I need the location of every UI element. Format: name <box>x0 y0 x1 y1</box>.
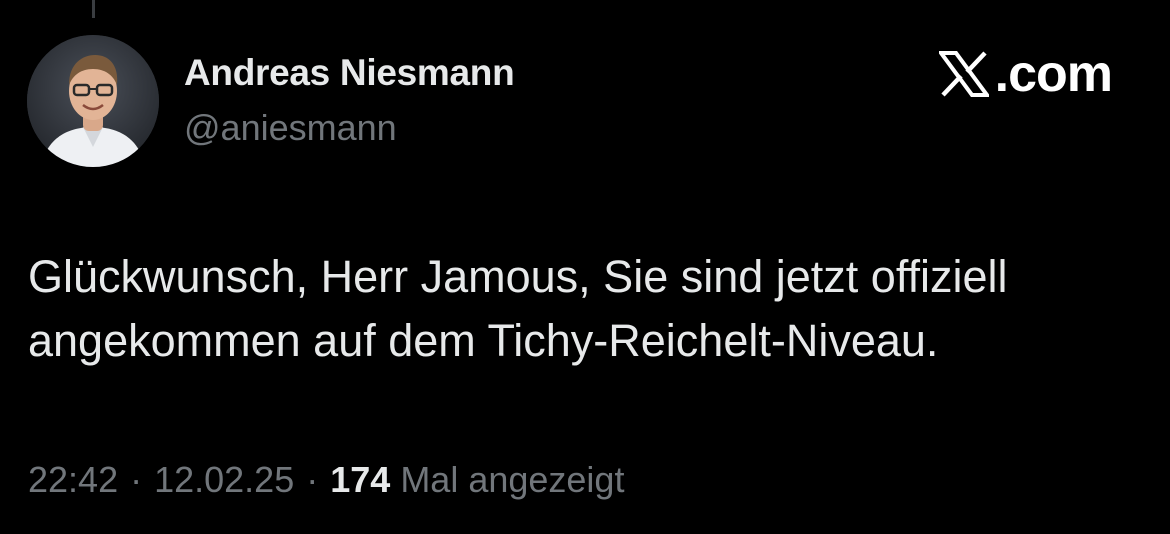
tweet-text-line: Glückwunsch, Herr Jamous, Sie sind jetzt… <box>28 251 1008 302</box>
profile-photo-icon <box>27 35 159 167</box>
x-logo-icon <box>938 51 989 97</box>
tweet-meta: 22:42 · 12.02.25 · 174 Mal angezeigt <box>28 459 624 501</box>
watermark-domain-text: .com <box>994 45 1113 103</box>
tweet-time[interactable]: 22:42 <box>28 459 118 501</box>
x-com-watermark: .com <box>938 44 1113 104</box>
tweet-text: Glückwunsch, Herr Jamous, Sie sind jetzt… <box>28 245 1148 373</box>
thread-connector-line <box>92 0 95 18</box>
author-display-name[interactable]: Andreas Niesmann <box>184 52 515 94</box>
views-label: Mal angezeigt <box>400 459 625 500</box>
tweet-text-line: angekommen auf dem Tichy-Reichelt-Niveau… <box>28 315 939 366</box>
meta-separator: · <box>130 459 143 500</box>
avatar[interactable] <box>27 35 159 167</box>
meta-separator: · <box>306 459 319 500</box>
views-count[interactable]: 174 <box>330 459 390 501</box>
tweet-date[interactable]: 12.02.25 <box>154 459 294 501</box>
author-handle[interactable]: @aniesmann <box>184 107 397 149</box>
